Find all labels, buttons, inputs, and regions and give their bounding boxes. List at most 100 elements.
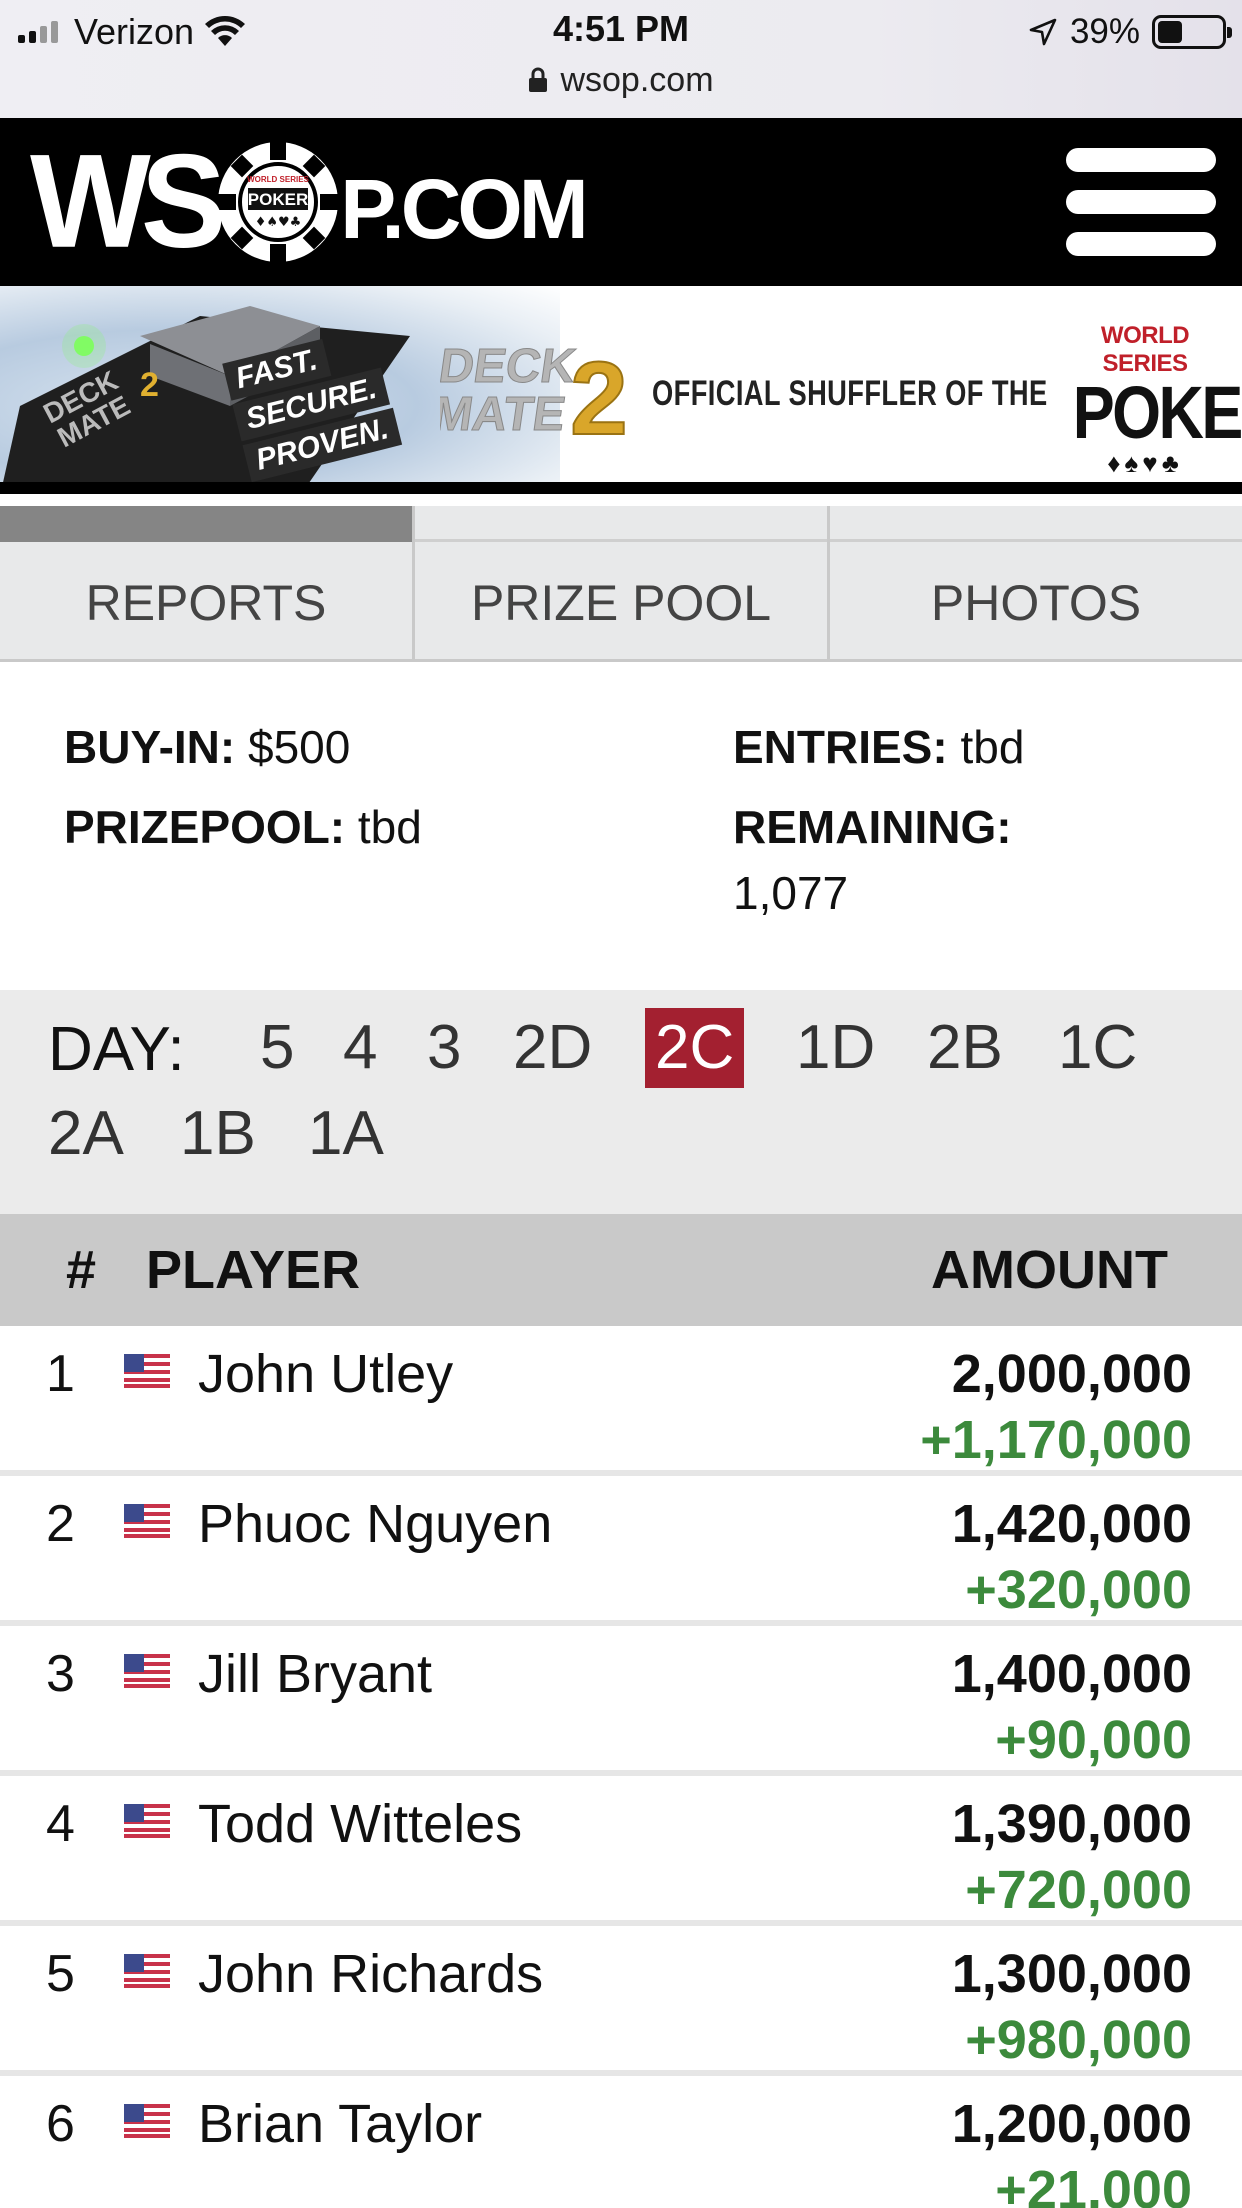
player-rank: 3 <box>46 1645 75 1703</box>
chip-counts-header: # PLAYER AMOUNT <box>0 1214 1242 1326</box>
remaining-info: REMAINING: 1,077 <box>733 794 1153 926</box>
day-option-4[interactable]: 4 <box>333 1008 387 1088</box>
battery-percent: 39% <box>1069 12 1140 51</box>
header-rank[interactable]: # <box>66 1214 96 1326</box>
tab-prize-pool[interactable]: PRIZE POOL <box>415 506 830 659</box>
wsop-badge-top: WORLD SERIES <box>1100 322 1190 377</box>
lock-icon <box>529 67 548 92</box>
chip-amount: 1,200,000 <box>951 2094 1192 2154</box>
us-flag-icon <box>124 2104 170 2138</box>
buyin-value: $500 <box>248 721 351 773</box>
player-name[interactable]: Phuoc Nguyen <box>198 1492 552 1556</box>
player-rank: 2 <box>46 1495 75 1553</box>
player-rank: 4 <box>46 1795 75 1853</box>
svg-text:WORLD SERIES: WORLD SERIES <box>247 175 309 184</box>
status-bar: Verizon 4:51 PM 39% wsop.com <box>0 0 1242 118</box>
section-tabs: REPORTS PRIZE POOL PHOTOS <box>0 506 1242 662</box>
chip-counts-table: 1 John Utley 2,000,000 +1,170,000 2 Phuo… <box>0 1326 1242 2208</box>
chip-amount: 1,300,000 <box>951 1944 1192 2004</box>
battery-level <box>1158 21 1183 43</box>
buyin-label: BUY-IN: <box>64 721 236 773</box>
table-row[interactable]: 6 Brian Taylor 1,200,000 +21,000 <box>0 2076 1242 2208</box>
tab-label: REPORTS <box>85 575 327 631</box>
table-row[interactable]: 5 John Richards 1,300,000 +980,000 <box>0 1926 1242 2076</box>
deckmate-logo: DECK MATE 2 <box>440 339 629 444</box>
prizepool-info: PRIZEPOOL: tbd <box>64 794 422 860</box>
tab-label: PHOTOS <box>930 575 1142 631</box>
menu-icon[interactable] <box>1066 148 1216 256</box>
wsop-badge-logo: WORLD SERIES POKER ♦♠♥♣ <box>1060 322 1242 478</box>
chip-change: +90,000 <box>995 1710 1192 1770</box>
entries-value: tbd <box>960 721 1025 773</box>
chip-amount: 1,390,000 <box>951 1794 1192 1854</box>
player-name[interactable]: Todd Witteles <box>198 1792 522 1856</box>
day-option-2b[interactable]: 2B <box>917 1008 1013 1088</box>
us-flag-icon <box>124 1504 170 1538</box>
tab-reports[interactable]: REPORTS <box>0 506 415 659</box>
day-option-1c[interactable]: 1C <box>1048 1008 1147 1088</box>
logo-suffix: P.COM <box>340 162 589 256</box>
day-option-5[interactable]: 5 <box>250 1008 304 1088</box>
chip-change: +980,000 <box>965 2010 1192 2070</box>
logo-prefix: WS <box>30 127 226 276</box>
day-option-1a[interactable]: 1A <box>298 1094 394 1174</box>
status-right: 39% <box>1028 10 1232 54</box>
wsop-badge-main: POKER <box>1072 371 1242 454</box>
prizepool-value: tbd <box>357 801 422 853</box>
us-flag-icon <box>124 1354 170 1388</box>
day-selector: DAY: 5 4 3 2D 2C 1D 2B 1C 2A 1B 1A <box>0 990 1242 1214</box>
svg-text:2: 2 <box>140 366 159 404</box>
sponsor-banner[interactable]: DECK MATE 2 FAST. SECURE. PROVEN. DECK M… <box>0 286 1242 494</box>
banner-official-text: OFFICIAL SHUFFLER OF THE <box>652 374 1048 413</box>
svg-text:DECK: DECK <box>440 339 579 393</box>
remaining-value: 1,077 <box>733 867 849 919</box>
address-bar[interactable]: wsop.com <box>0 56 1242 104</box>
header-player[interactable]: PLAYER <box>146 1214 360 1326</box>
player-rank: 1 <box>46 1345 75 1403</box>
svg-text:2: 2 <box>570 341 628 444</box>
tab-photos[interactable]: PHOTOS <box>830 506 1242 659</box>
battery-icon <box>1152 15 1232 49</box>
player-name[interactable]: Brian Taylor <box>198 2092 482 2156</box>
day-option-1b[interactable]: 1B <box>170 1094 266 1174</box>
wsop-logo[interactable]: WS POKER WORLD SERIES ♦♠♥♣ P.COM <box>30 127 589 276</box>
player-name[interactable]: John Richards <box>198 1942 543 2006</box>
chip-amount: 1,400,000 <box>951 1644 1192 1704</box>
svg-text:♦♠♥♣: ♦♠♥♣ <box>255 215 302 230</box>
table-row[interactable]: 4 Todd Witteles 1,390,000 +720,000 <box>0 1776 1242 1926</box>
poker-chip-icon: POKER WORLD SERIES ♦♠♥♣ <box>218 142 339 262</box>
location-arrow-icon <box>1029 18 1057 46</box>
chip-change: +720,000 <box>965 1860 1192 1920</box>
prizepool-label: PRIZEPOOL: <box>64 801 346 853</box>
url-text: wsop.com <box>560 60 714 99</box>
table-row[interactable]: 1 John Utley 2,000,000 +1,170,000 <box>0 1326 1242 1476</box>
tab-indicator <box>0 506 412 542</box>
day-label: DAY: <box>48 1015 185 1084</box>
player-name[interactable]: Jill Bryant <box>198 1642 432 1706</box>
event-info: BUY-IN: $500 PRIZEPOOL: tbd ENTRIES: tbd… <box>0 662 1242 990</box>
day-option-3[interactable]: 3 <box>417 1008 471 1088</box>
player-rank: 6 <box>46 2095 75 2153</box>
remaining-label: REMAINING: <box>733 801 1012 853</box>
day-option-2d[interactable]: 2D <box>503 1008 602 1088</box>
day-option-2c-selected[interactable]: 2C <box>645 1008 745 1088</box>
player-rank: 5 <box>46 1945 75 2003</box>
entries-info: ENTRIES: tbd <box>733 714 1024 780</box>
us-flag-icon <box>124 1804 170 1838</box>
table-row[interactable]: 2 Phuoc Nguyen 1,420,000 +320,000 <box>0 1476 1242 1626</box>
site-header: WS POKER WORLD SERIES ♦♠♥♣ P.COM <box>0 118 1242 286</box>
chip-change: +21,000 <box>995 2160 1192 2208</box>
table-row[interactable]: 3 Jill Bryant 1,400,000 +90,000 <box>0 1626 1242 1776</box>
header-amount[interactable]: AMOUNT <box>931 1214 1168 1326</box>
us-flag-icon <box>124 1954 170 1988</box>
svg-text:POKER: POKER <box>248 190 308 209</box>
day-option-2a[interactable]: 2A <box>38 1094 134 1174</box>
tab-indicator <box>415 506 827 542</box>
player-name[interactable]: John Utley <box>198 1342 453 1406</box>
us-flag-icon <box>124 1654 170 1688</box>
chip-amount: 1,420,000 <box>951 1494 1192 1554</box>
day-option-1d[interactable]: 1D <box>786 1008 885 1088</box>
svg-text:MATE: MATE <box>440 387 569 441</box>
entries-label: ENTRIES: <box>733 721 948 773</box>
buyin-info: BUY-IN: $500 <box>64 714 350 780</box>
